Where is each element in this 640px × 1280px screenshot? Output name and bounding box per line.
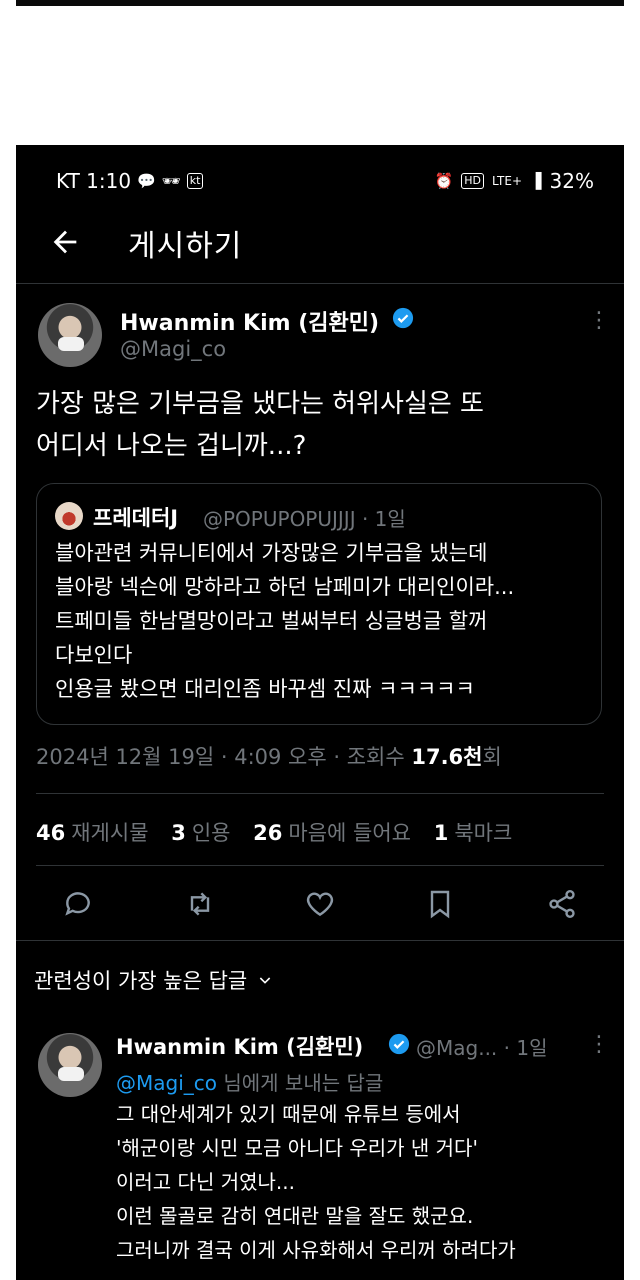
reply-line: 이러고 다닌 거였나... [116, 1170, 295, 1194]
reply-to-line: @Magi_co 님에게 보내는 답글 [116, 1067, 383, 1096]
phone-screen: KT 1:10 💬 🕶 kt ⏰ HD LTE+ ▐ 32% 게시하기 Hwan… [16, 145, 624, 1280]
battery-percent: 32% [549, 169, 594, 193]
bookmarks-stat[interactable]: 1 북마크 [434, 821, 513, 845]
chevron-down-icon [260, 977, 271, 984]
top-header: 게시하기 [16, 215, 624, 283]
status-left: KT 1:10 💬 🕶 kt [56, 169, 204, 193]
view-count: 17.6천 [411, 745, 483, 769]
quote-handle-time: @POPUPOPUJJJJ · 1일 [203, 507, 406, 531]
quote-line: 블아랑 넥슨에 망하라고 하던 남페미가 대리인이라... [55, 575, 515, 599]
reply-sort-dropdown[interactable]: 관련성이 가장 높은 답글 [34, 965, 273, 995]
quote-line: 트페미들 한남멸망이라고 벌써부터 싱글벙글 할꺼 [55, 609, 488, 633]
quotes-count: 3 [171, 821, 186, 845]
reply-text: 그 대안세계가 있기 때문에 유튜브 등에서 '해군이랑 시민 모금 아니다 우… [116, 1097, 616, 1267]
quote-text: 블아관련 커뮤니티에서 가장많은 기부금을 냈는데 블아랑 넥슨에 망하라고 하… [55, 536, 595, 706]
actions-divider [16, 940, 624, 941]
quote-avatar [55, 502, 83, 530]
tweet-line: 어디서 나오는 겁니까...? [36, 431, 307, 461]
reply-mention-link[interactable]: @Magi_co [116, 1071, 217, 1095]
carrier-time: KT 1:10 [56, 169, 132, 193]
bookmarks-label: 북마크 [454, 821, 513, 845]
author-name[interactable]: Hwanmin Kim (김환민) [120, 305, 379, 337]
status-right: ⏰ HD LTE+ ▐ 32% [435, 169, 594, 193]
retweets-stat[interactable]: 46 재게시물 [36, 821, 149, 845]
likes-count: 26 [253, 821, 283, 845]
reply-handle-time: @Mag... · 1일 [416, 1036, 548, 1060]
reply-line: 그러니까 결국 이게 사유화해서 우리꺼 하려다가 [116, 1238, 516, 1262]
reply-more-options-icon[interactable]: ⋮ [588, 1034, 610, 1056]
reply-author[interactable]: Hwanmin Kim (김환민) [116, 1031, 363, 1061]
hd-icon: HD [461, 173, 484, 189]
signal-icon: ▐ [530, 172, 542, 190]
chat-bubble-icon: 💬 [137, 172, 156, 190]
reply-to-suffix: 님에게 보내는 답글 [217, 1071, 384, 1095]
quotes-label: 인용 [191, 821, 231, 845]
retweets-label: 재게시물 [71, 821, 149, 845]
page-title: 게시하기 [128, 229, 243, 264]
author-avatar[interactable] [38, 303, 102, 367]
alarm-icon: ⏰ [434, 172, 454, 190]
incognito-icon: 🕶 [161, 172, 181, 190]
action-bar [16, 880, 624, 940]
quote-line: 인용글 봤으면 대리인좀 바꾸셈 진짜 ㅋㅋㅋㅋㅋ [55, 677, 475, 701]
header-divider [16, 283, 624, 284]
bookmark-icon[interactable] [424, 888, 456, 920]
relevance-label: 관련성이 가장 높은 답글 [34, 969, 248, 993]
reply-icon[interactable] [62, 888, 94, 920]
reply-line: 그 대안세계가 있기 때문에 유튜브 등에서 [116, 1102, 461, 1126]
likes-stat[interactable]: 26 마음에 들어요 [253, 821, 411, 845]
reply-avatar[interactable] [38, 1033, 102, 1097]
tweet-datetime: 2024년 12월 19일 · 4:09 오후 · 조회수 [36, 745, 412, 769]
share-icon[interactable] [546, 888, 578, 920]
quote-line: 다보인다 [55, 643, 133, 667]
kakao-kt-icon: kt [186, 173, 204, 189]
back-arrow-icon[interactable] [48, 225, 82, 259]
reply-line: '해군이랑 시민 모금 아니다 우리가 낸 거다' [116, 1136, 478, 1160]
more-options-icon[interactable]: ⋮ [588, 310, 610, 332]
stats-divider [36, 865, 604, 866]
retweets-count: 46 [36, 821, 66, 845]
tweet-line: 가장 많은 기부금을 냈다는 허위사실은 또 [36, 389, 484, 419]
like-icon[interactable] [304, 888, 336, 920]
view-suffix: 회 [482, 745, 502, 769]
author-handle[interactable]: @Magi_co [120, 337, 226, 361]
reply-line: 이런 몰골로 감히 연대란 말을 잘도 했군요. [116, 1204, 474, 1228]
tweet-stats: 46 재게시물 3 인용 26 마음에 들어요 1 북마크 [36, 817, 528, 847]
lte-plus-icon: LTE+ [492, 174, 522, 188]
quotes-stat[interactable]: 3 인용 [171, 821, 230, 845]
top-strip [16, 0, 624, 6]
verified-badge-icon [392, 307, 414, 329]
verified-badge-icon [388, 1033, 410, 1055]
quote-line: 블아관련 커뮤니티에서 가장많은 기부금을 냈는데 [55, 541, 488, 565]
meta-divider [36, 793, 604, 794]
quote-author: 프레데터J [93, 506, 179, 530]
quoted-tweet[interactable]: 프레데터J @POPUPOPUJJJJ · 1일 블아관련 커뮤니티에서 가장많… [36, 483, 602, 725]
tweet-meta: 2024년 12월 19일 · 4:09 오후 · 조회수 17.6천회 [36, 741, 502, 771]
repost-icon[interactable] [184, 888, 216, 920]
likes-label: 마음에 들어요 [288, 821, 411, 845]
status-bar: KT 1:10 💬 🕶 kt ⏰ HD LTE+ ▐ 32% [16, 145, 624, 215]
bookmarks-count: 1 [433, 821, 449, 845]
tweet-text: 가장 많은 기부금을 냈다는 허위사실은 또 어디서 나오는 겁니까...? [36, 383, 606, 467]
